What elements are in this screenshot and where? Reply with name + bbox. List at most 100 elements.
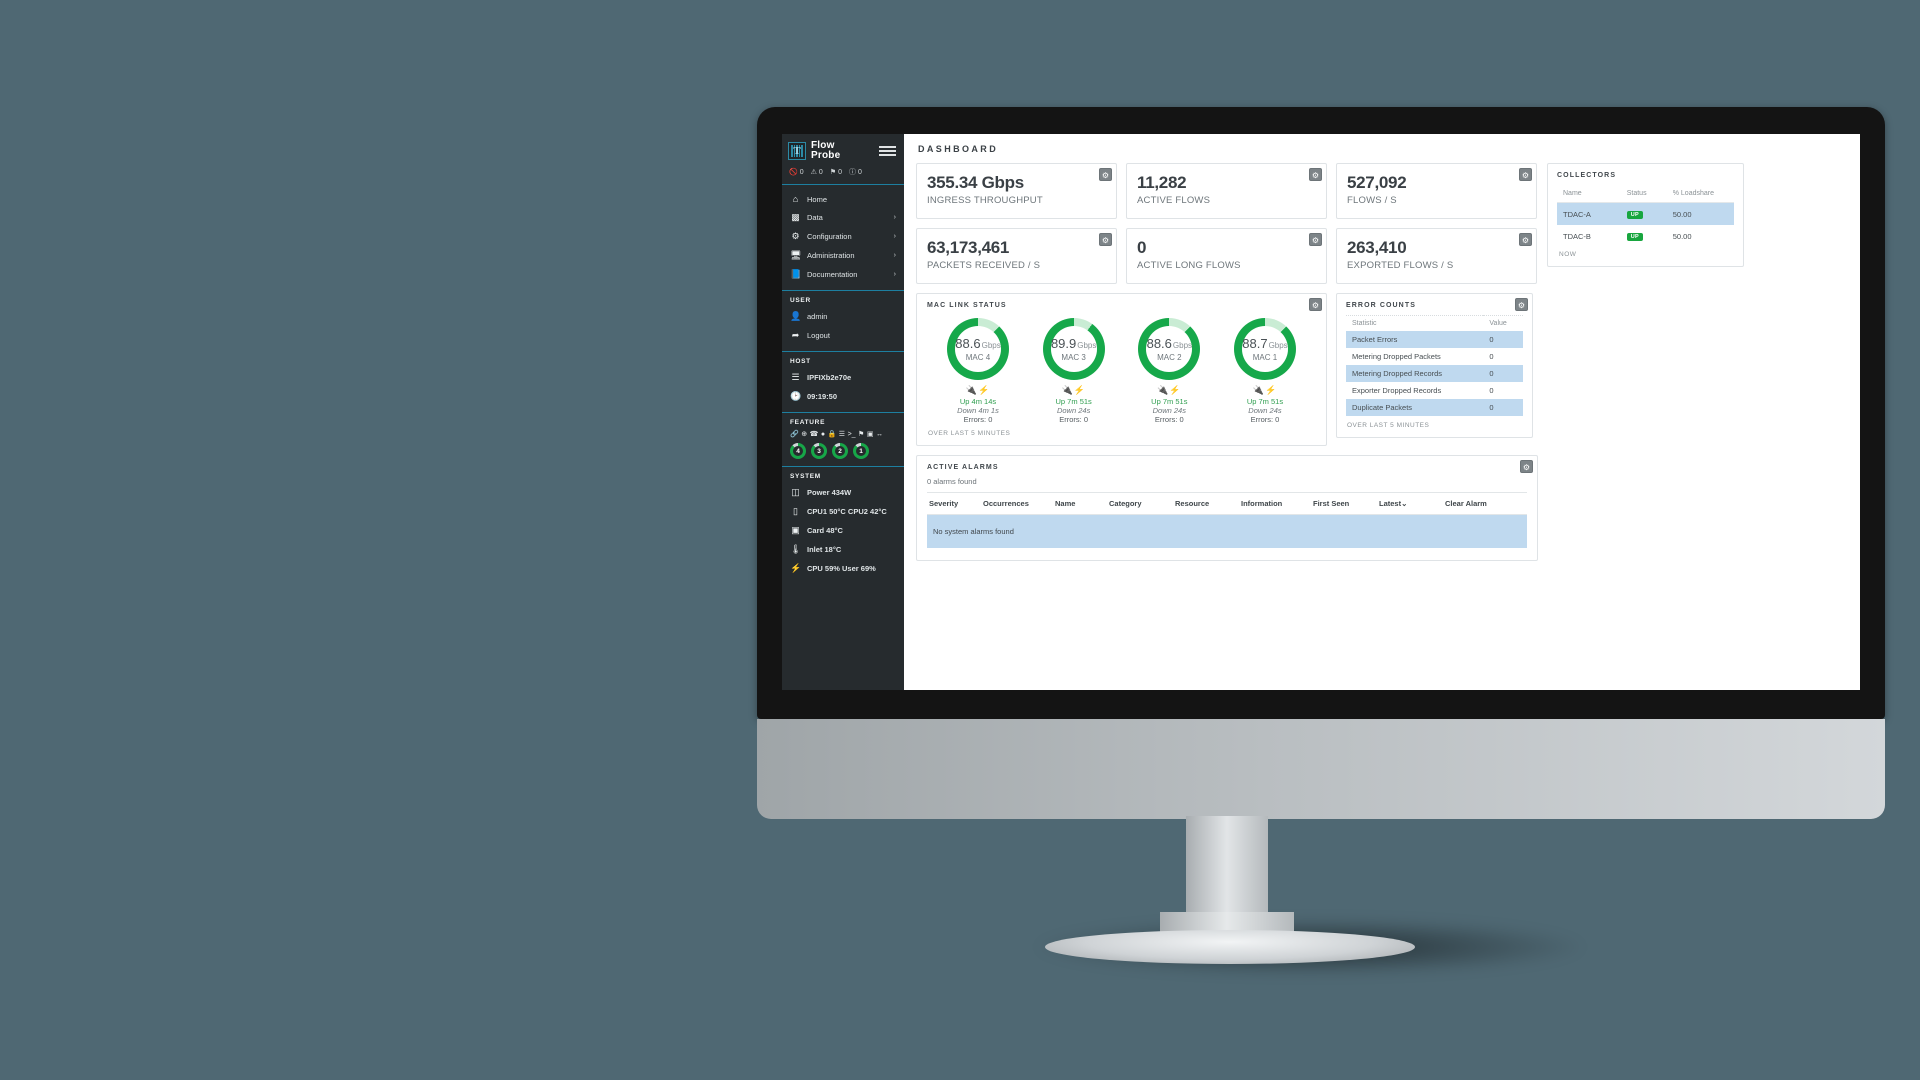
gear-icon[interactable]: ⚙: [1520, 460, 1533, 473]
table-row[interactable]: TDAC-A UP 50.00: [1557, 202, 1734, 225]
section-title-host: HOST: [790, 358, 811, 365]
mac-donut-gauge: 89.9Gbps MAC 3: [1042, 318, 1105, 380]
system-card-temp-item: ▣ Card 48°C: [782, 521, 904, 540]
sidebar-item-configuration[interactable]: ⚙ Configuration ›: [782, 227, 904, 246]
table-row[interactable]: Metering Dropped Packets 0: [1346, 348, 1523, 365]
port-indicator[interactable]: 2: [832, 443, 848, 459]
port-indicator[interactable]: 3: [811, 443, 827, 459]
gauge-name: MAC 2: [1157, 352, 1182, 362]
system-cpu-usage-item: ⚡ CPU 59% User 69%: [782, 559, 904, 578]
gear-icon[interactable]: ⚙: [1099, 233, 1112, 246]
home-icon: ⌂: [792, 194, 799, 204]
table-row[interactable]: Metering Dropped Records 0: [1346, 365, 1523, 382]
panel-footer: OVER LAST 5 MINUTES: [928, 430, 1011, 437]
arrows-icon[interactable]: ↔: [876, 431, 883, 438]
gear-icon[interactable]: ⚙: [1309, 233, 1322, 246]
mac-link-status-panel: ⚙ MAC LINK STATUS 88.6Gbps MAC 4 🔌⚡ Up 4…: [916, 293, 1327, 446]
column-header-information[interactable]: Information: [1239, 492, 1311, 515]
gear-icon[interactable]: ⚙: [1515, 298, 1528, 311]
kpi-card-exported-flows: ⚙ 263,410 EXPORTED FLOWS / S: [1336, 228, 1537, 284]
sidebar-item-logout[interactable]: ➦ Logout: [782, 326, 904, 345]
port-indicator[interactable]: 1: [853, 443, 869, 459]
table-row[interactable]: Exporter Dropped Records 0: [1346, 382, 1523, 399]
lock-icon[interactable]: 🔒: [828, 431, 837, 438]
status-warning[interactable]: ⚠ 0: [811, 168, 823, 177]
status-ban[interactable]: 🚫 0: [789, 168, 804, 177]
desktop-icon: 🖥: [790, 250, 802, 260]
gear-icon[interactable]: ⚙: [1519, 233, 1532, 246]
sidebar-item-label: Administration: [807, 251, 855, 260]
column-header-occurrences[interactable]: Occurrences: [981, 492, 1053, 515]
column-header-loadshare[interactable]: % Loadshare: [1666, 185, 1734, 203]
column-header-severity[interactable]: Severity: [927, 492, 981, 515]
panel-title: ACTIVE ALARMS: [927, 464, 999, 471]
gear-icon[interactable]: ⚙: [1099, 168, 1112, 181]
gear-icon[interactable]: ⚙: [1519, 168, 1532, 181]
cpu-icon: ▯: [793, 506, 798, 516]
sidebar-item-documentation[interactable]: 📘 Documentation ›: [782, 265, 904, 284]
table-row[interactable]: Packet Errors 0: [1346, 331, 1523, 348]
gear-icon[interactable]: ⚙: [1309, 298, 1322, 311]
kpi-value: 11,282: [1137, 173, 1187, 192]
gauge-value: 88.7: [1242, 335, 1268, 351]
table-row-empty: No system alarms found: [927, 514, 1527, 548]
bolt-icon: ⚡: [978, 385, 991, 395]
column-header-latest[interactable]: Latest⌄: [1377, 492, 1443, 515]
column-header-value[interactable]: Value: [1483, 315, 1523, 331]
collectors-panel: COLLECTORS Name Status % Loadshare TDAC-…: [1547, 163, 1744, 267]
brand[interactable]: T Flow Probe: [782, 134, 904, 165]
column-header-first-seen[interactable]: First Seen: [1311, 492, 1377, 515]
gauge-value: 88.6: [1146, 335, 1172, 351]
gear-icon[interactable]: ⚙: [1309, 168, 1322, 181]
sidebar-item-label: Data: [807, 213, 823, 222]
globe-icon[interactable]: ⊕: [801, 431, 807, 438]
column-header-resource[interactable]: Resource: [1173, 492, 1239, 515]
port-number: 4: [796, 447, 800, 455]
sidebar-item-data[interactable]: ▩ Data ›: [782, 208, 904, 227]
column-header-statistic[interactable]: Statistic: [1346, 315, 1484, 331]
status-badge: UP: [1626, 211, 1643, 219]
status-info[interactable]: ⓘ 0: [849, 167, 862, 177]
hamburger-icon[interactable]: [879, 146, 898, 156]
status-flag[interactable]: ⚑ 0: [830, 168, 842, 177]
gauge-errors: Errors: 0: [1250, 415, 1280, 424]
gauge-downtime: Down 24s: [1248, 406, 1282, 415]
kpi-value: 63,173,461: [927, 238, 1010, 257]
phone-icon[interactable]: ☎: [810, 431, 819, 438]
column-header-clear-alarm[interactable]: Clear Alarm: [1443, 492, 1527, 515]
table-row[interactable]: TDAC-B UP 50.00: [1557, 225, 1734, 247]
square-icon[interactable]: ▣: [867, 431, 874, 438]
column-header-status[interactable]: Status: [1620, 185, 1667, 203]
link-icons: 🔌⚡: [1029, 386, 1119, 395]
terminal-icon[interactable]: >_: [848, 431, 856, 438]
panel-title: MAC LINK STATUS: [927, 302, 1007, 309]
column-header-name[interactable]: Name: [1053, 492, 1107, 515]
host-name-item: ☰ IPFIXb2e70e: [782, 368, 904, 387]
link-icons: 🔌⚡: [1220, 386, 1310, 395]
mac-donut-gauge: 88.6Gbps MAC 4: [947, 318, 1009, 380]
link-icon[interactable]: 🔗: [790, 431, 799, 438]
column-header-category[interactable]: Category: [1107, 492, 1173, 515]
system-label: Inlet 18°C: [807, 545, 842, 554]
flag-chart-icon[interactable]: ⚑: [858, 431, 864, 438]
port-indicator[interactable]: 4: [790, 443, 806, 459]
section-title-feature: FEATURE: [790, 419, 826, 426]
error-counts-table: Statistic Value Packet Errors 0 Metering…: [1346, 315, 1523, 416]
column-header-name[interactable]: Name: [1557, 185, 1621, 203]
sidebar-item-administration[interactable]: 🖥 Administration ›: [782, 246, 904, 265]
gauge-downtime: Down 4m 1s: [957, 406, 999, 415]
panel-title: COLLECTORS: [1557, 172, 1617, 179]
cell-collector-loadshare: 50.00: [1672, 231, 1692, 241]
link-icons: 🔌⚡: [933, 386, 1023, 395]
cell-value: 0: [1489, 352, 1494, 361]
sidebar-item-home[interactable]: ⌂ Home: [782, 190, 904, 208]
sidebar-item-admin-user[interactable]: 👤 admin: [782, 307, 904, 326]
port-number: 2: [838, 447, 842, 455]
brand-line2: Probe: [811, 150, 841, 161]
system-power-item: ◫ Power 434W: [782, 483, 904, 502]
server-icon: ☰: [791, 372, 800, 382]
flag-count: 0: [838, 168, 842, 176]
circle-icon[interactable]: ●: [821, 431, 825, 438]
table-row[interactable]: Duplicate Packets 0: [1346, 399, 1523, 416]
list-icon[interactable]: ☰: [839, 431, 845, 438]
